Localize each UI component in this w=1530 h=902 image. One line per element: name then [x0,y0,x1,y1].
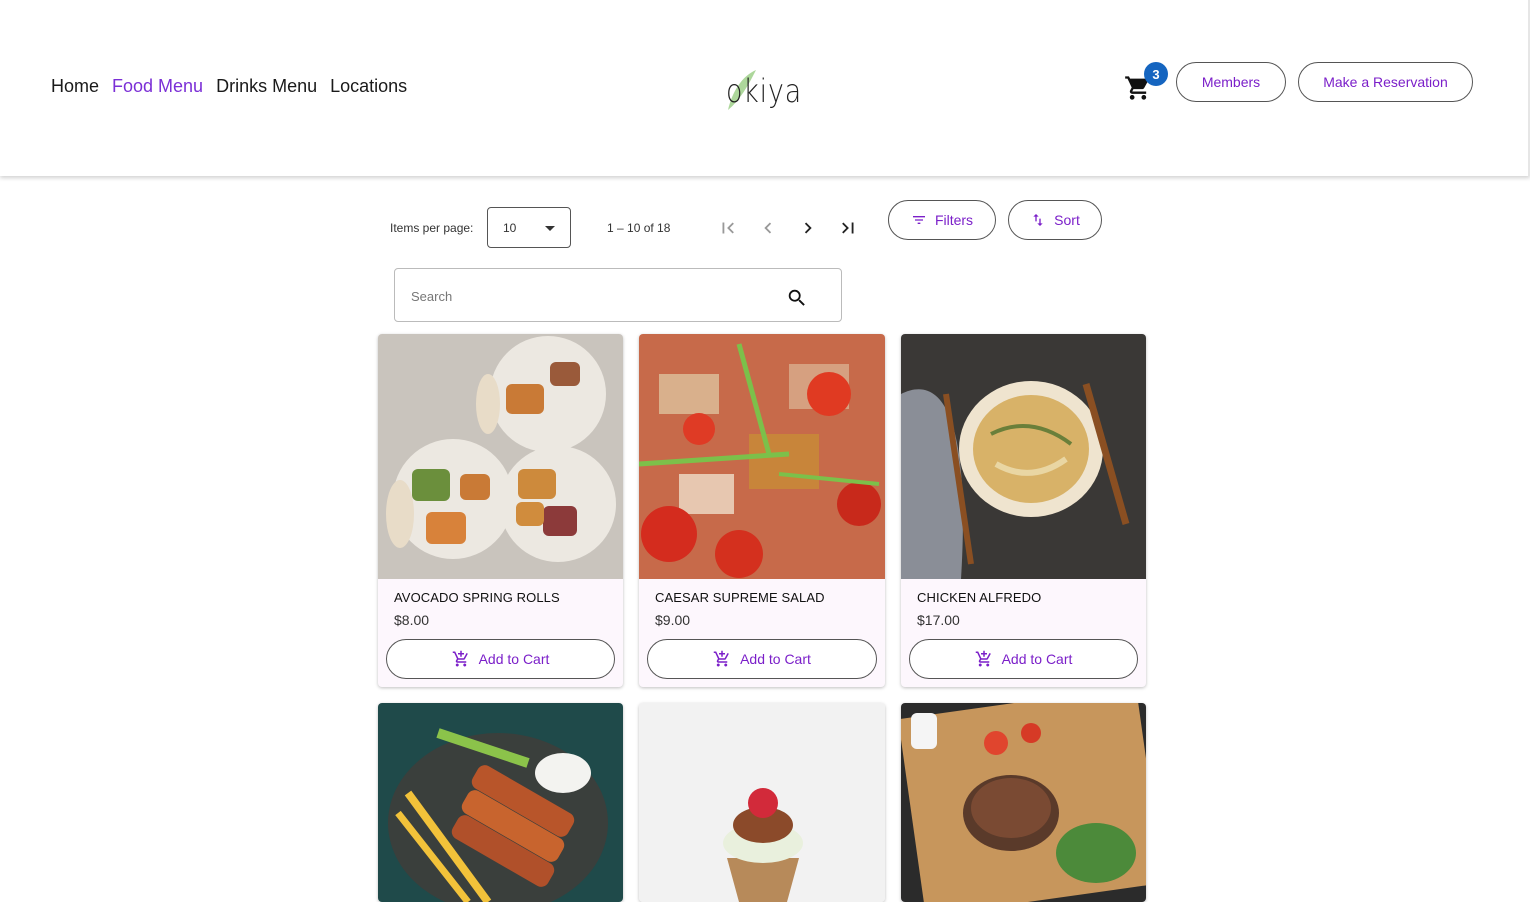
nav-drinks-menu[interactable]: Drinks Menu [216,76,317,97]
okiya-logo[interactable]: okiya [724,62,806,114]
cart-count-badge: 3 [1144,62,1168,86]
sort-arrows-icon [1033,214,1043,226]
members-button[interactable]: Members [1176,62,1286,102]
nav-home[interactable]: Home [51,76,99,97]
main-nav: Home Food Menu Drinks Menu Locations [51,76,407,97]
add-shopping-cart-icon [452,650,468,667]
items-per-page-value: 10 [503,221,517,235]
first-page-button[interactable] [716,216,740,240]
chicken-alfredo-image [901,334,1146,579]
steak-image [901,703,1146,902]
nav-locations[interactable]: Locations [330,76,407,97]
nav-food-menu[interactable]: Food Menu [112,76,203,97]
search-field[interactable] [394,268,842,322]
chevron-left-icon [764,222,772,234]
product-card [639,703,885,902]
filter-icon [912,216,925,224]
add-to-cart-button[interactable]: Add to Cart [909,639,1138,679]
top-app-bar: Home Food Menu Drinks Menu Locations oki… [0,0,1530,176]
add-shopping-cart-icon [713,650,729,667]
search-icon[interactable] [786,287,808,309]
last-page-icon [842,222,854,234]
add-shopping-cart-icon [975,650,991,667]
dropdown-caret-icon [545,226,555,231]
avocado-spring-rolls-image [378,334,623,579]
product-price: $9.00 [655,612,691,628]
page-range-label: 1 – 10 of 18 [607,221,671,235]
svg-text:okiya: okiya [726,72,802,110]
sort-button[interactable]: Sort [1008,200,1102,240]
add-to-cart-button[interactable]: Add to Cart [647,639,877,679]
product-name: CHICKEN ALFREDO [917,590,1042,605]
search-input[interactable] [411,285,771,307]
add-to-cart-label: Add to Cart [478,651,550,667]
next-page-button[interactable] [796,216,820,240]
product-price: $17.00 [917,612,960,628]
caesar-supreme-salad-image [639,334,885,579]
chicken-kebab-image [378,703,623,902]
product-card [901,703,1146,902]
add-to-cart-label: Add to Cart [1001,651,1073,667]
sort-label: Sort [1054,212,1080,228]
first-page-icon [722,222,734,234]
items-per-page-select[interactable]: 10 [487,207,571,248]
items-per-page-label: Items per page: [390,221,474,235]
make-reservation-button[interactable]: Make a Reservation [1298,62,1473,102]
product-card [378,703,623,902]
product-price: $8.00 [394,612,430,628]
filters-button[interactable]: Filters [888,200,996,240]
product-card: AVOCADO SPRING ROLLS $8.00 Add to Cart [378,334,623,687]
previous-page-button[interactable] [756,216,780,240]
chevron-right-icon [804,222,812,234]
product-name: CAESAR SUPREME SALAD [655,590,825,605]
product-card: CAESAR SUPREME SALAD $9.00 Add to Cart [639,334,885,687]
filters-label: Filters [934,212,974,228]
product-name: AVOCADO SPRING ROLLS [394,590,560,605]
product-card: CHICKEN ALFREDO $17.00 Add to Cart [901,334,1146,687]
cupcake-image [639,703,885,902]
last-page-button[interactable] [836,216,860,240]
add-to-cart-button[interactable]: Add to Cart [386,639,615,679]
add-to-cart-label: Add to Cart [740,651,811,667]
